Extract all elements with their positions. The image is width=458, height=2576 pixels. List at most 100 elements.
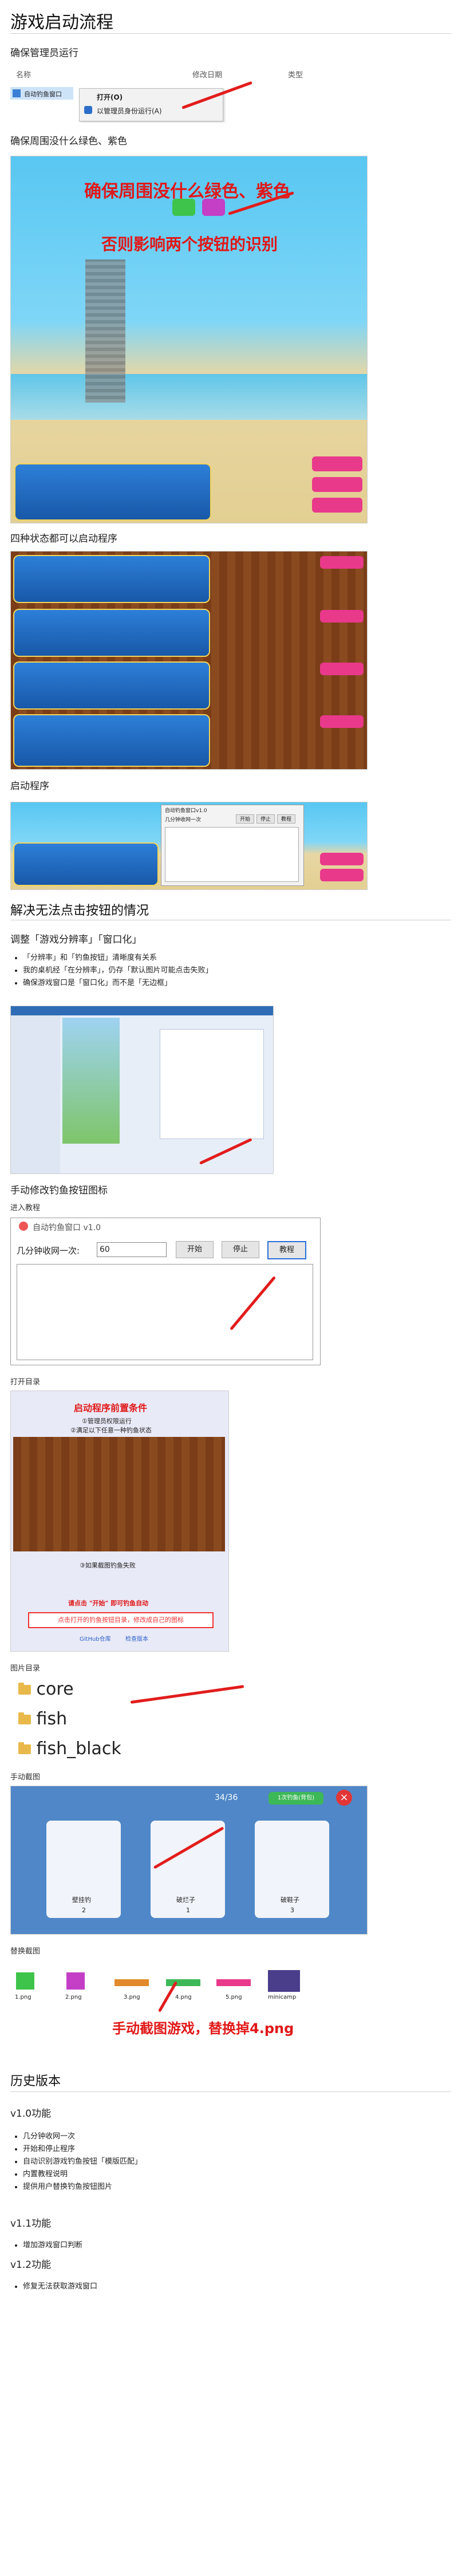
avatar-image — [62, 1018, 120, 1144]
side-button-1 — [312, 456, 362, 471]
page-title: 游戏启动流程 — [10, 13, 113, 33]
thumb-6 — [268, 1970, 300, 1992]
four-states-heading: 四种状态都可以启动程序 — [10, 533, 117, 545]
callout-warning: 否则影响两个按钮的识别 — [101, 235, 278, 254]
cond-1: ①管理员权限运行 — [82, 1417, 132, 1425]
cond-title: 启动程序前置条件 — [74, 1403, 148, 1413]
arrow-settings — [199, 1137, 252, 1165]
v10-item-3: 自动识别游戏钓鱼按钮「模版匹配」 — [23, 2155, 142, 2166]
check-version-link[interactable]: 检查版本 — [125, 1634, 148, 1643]
menu-run-as-admin[interactable]: 以管理员身份运行(A) — [97, 106, 162, 116]
github-link[interactable]: GitHub仓库 — [80, 1634, 111, 1643]
status-panel — [14, 463, 211, 521]
history-divider — [10, 2091, 451, 2092]
file-row[interactable]: 自动钓鱼窗口 — [10, 87, 73, 100]
cond-states — [13, 1437, 225, 1551]
game-screenshot: 确保周围没什么绿色、紫色 否则影响两个按钮的识别 — [10, 156, 368, 523]
col-date: 修改日期 — [192, 71, 223, 80]
help-button[interactable]: 教程 — [267, 1241, 306, 1259]
v11-list: 增加游戏窗口判断 — [10, 2237, 82, 2251]
start-program-heading: 启动程序 — [10, 781, 49, 792]
bullet-1: 「分辨率」和「钓鱼按钮」清晰度有关系 — [23, 951, 331, 962]
state-btn-1 — [320, 556, 364, 569]
explorer-screenshot: 名称 修改日期 类型 自动钓鱼窗口 打开(O) 以管理员身份运行(A) — [10, 65, 325, 123]
resolution-bullets: 「分辨率」和「钓鱼按钮」清晰度有关系 我的桌机经「在分辨率」，仍存「默认图片可能… — [10, 950, 331, 989]
v11-item-1: 增加游戏窗口判断 — [23, 2239, 82, 2250]
thumb-1 — [16, 1972, 34, 1990]
start-status-panel — [13, 842, 159, 886]
side-button-3 — [312, 498, 362, 513]
arrow-folders — [130, 1685, 244, 1704]
thumb-4 — [166, 1979, 200, 1986]
folder-fish[interactable]: fish — [18, 1709, 121, 1739]
v10-item-4: 内置教程说明 — [23, 2168, 142, 2179]
start-button[interactable]: 开始 — [176, 1241, 214, 1258]
bag-item-1[interactable]: 壁挂钓 2 — [46, 1821, 121, 1918]
settings-sidebar — [11, 1015, 60, 1173]
folder-fish-black[interactable]: fish_black — [18, 1739, 121, 1768]
thumb-row: 1.png 2.png 3.png 4.png 5.png minicamp — [15, 1970, 302, 2009]
folder-list: core fish fish_black — [18, 1679, 121, 1768]
admin-heading: 确保管理员运行 — [10, 48, 78, 59]
v10-item-1: 几分钟收网一次 — [23, 2130, 142, 2141]
bullet-2: 我的桌机经「在分辨率」，仍存「默认图片可能点击失败」 — [23, 964, 331, 975]
folder-fish-black-label: fish_black — [36, 1739, 121, 1759]
mini-log — [165, 827, 299, 882]
stop-button[interactable]: 停止 — [222, 1241, 259, 1258]
folder-icon — [18, 1742, 31, 1754]
mini-help[interactable]: 教程 — [277, 814, 295, 824]
manual-heading: 手动修改钓鱼按钮图标 — [10, 1185, 108, 1196]
folder-icon — [18, 1712, 31, 1724]
folder-core-label: core — [36, 1679, 74, 1699]
thumb-4-label: 4.png — [175, 1994, 192, 2000]
mini-start[interactable]: 开始 — [236, 814, 254, 824]
col-name: 名称 — [16, 71, 31, 80]
interval-label: 几分钟收网一次: — [17, 1246, 80, 1256]
mini-title: 自动钓鱼窗口v1.0 — [165, 808, 207, 814]
interval-input[interactable]: 60 — [97, 1242, 167, 1257]
v10-heading: v1.0功能 — [10, 2108, 52, 2120]
manual-shot-label: 手动截图 — [10, 1773, 41, 1782]
settings-form — [160, 1029, 264, 1139]
bag-screenshot: 34/36 1次钓鱼(背包) × 壁挂钓 2 破烂子 1 破鞋子 3 — [10, 1786, 368, 1935]
thumb-2 — [66, 1972, 85, 1990]
bag-item-2[interactable]: 破烂子 1 — [151, 1821, 225, 1918]
v11-heading: v1.1功能 — [10, 2218, 52, 2230]
log-area — [17, 1264, 313, 1360]
bag-counter: 34/36 — [215, 1793, 238, 1802]
v10-item-5: 提供用户替换钓鱼按钮图片 — [23, 2180, 142, 2191]
menu-open[interactable]: 打开(O) — [97, 92, 123, 102]
bag-item-3-name: 破鞋子 — [281, 1896, 299, 1904]
cond-2: ②满足以下任意一种钓鱼状态 — [70, 1427, 152, 1434]
file-name: 自动钓鱼窗口 — [24, 90, 62, 98]
title-divider — [10, 33, 451, 34]
replace-label: 替换截图 — [10, 1947, 41, 1956]
replace-callout: 手动截图游戏，替换掉4.png — [112, 2020, 294, 2037]
side-button-2 — [312, 477, 362, 492]
state-btn-3 — [320, 663, 364, 675]
bag-item-2-name: 破烂子 — [176, 1896, 195, 1904]
open-icon-dir-button[interactable]: 点击打开的钓鱼按钮目录，修改成自己的图标 — [28, 1612, 214, 1628]
bag-item-3[interactable]: 破鞋子 3 — [255, 1821, 329, 1918]
bag-action[interactable]: 1次钓鱼(背包) — [269, 1792, 323, 1805]
thumb-5 — [216, 1979, 251, 1986]
start-side-btn-1 — [320, 853, 364, 865]
state-2 — [13, 609, 210, 657]
v10-item-2: 开始和停止程序 — [23, 2142, 142, 2153]
folder-core[interactable]: core — [18, 1679, 121, 1709]
enter-help-label: 进入教程 — [10, 1204, 41, 1212]
tutorial-title: 自动钓鱼窗口 v1.0 — [33, 1223, 101, 1232]
bag-item-3-count: 3 — [290, 1907, 294, 1914]
start-side-btn-2 — [320, 869, 364, 881]
thumb-2-label: 2.png — [65, 1994, 82, 2000]
fix-section-title: 解决无法点击按钮的情况 — [10, 904, 149, 918]
close-icon[interactable]: × — [336, 1790, 352, 1806]
conditions-window: 启动程序前置条件 ①管理员权限运行 ②满足以下任意一种钓鱼状态 ③如果截图钓鱼失… — [10, 1391, 229, 1652]
thumb-1-label: 1.png — [15, 1994, 31, 2000]
bullet-3: 确保游戏窗口是「窗口化」而不是「无边框」 — [23, 976, 331, 987]
open-dir-label: 打开目录 — [10, 1378, 41, 1387]
mini-stop[interactable]: 停止 — [256, 814, 275, 824]
purple-button — [202, 199, 225, 216]
app-icon-red — [19, 1222, 28, 1231]
folder-icon — [18, 1683, 31, 1695]
